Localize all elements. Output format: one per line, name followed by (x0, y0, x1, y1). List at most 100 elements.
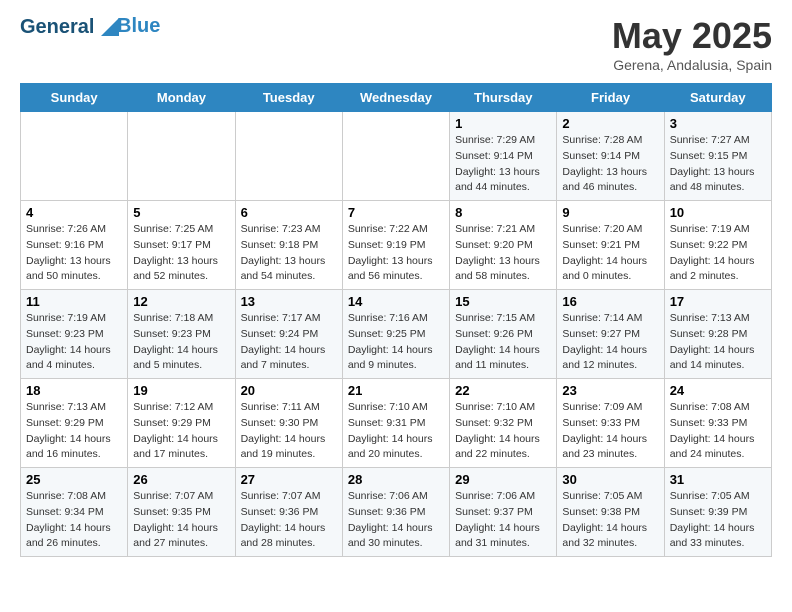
info-line: Sunset: 9:29 PM (26, 416, 122, 432)
info-line: Daylight: 14 hours (241, 521, 337, 537)
day-number: 25 (26, 472, 122, 487)
info-line: and 26 minutes. (26, 536, 122, 552)
info-line: and 23 minutes. (562, 447, 658, 463)
info-line: Daylight: 14 hours (562, 254, 658, 270)
calendar-cell (342, 112, 449, 201)
header-row: Sunday Monday Tuesday Wednesday Thursday… (21, 84, 772, 112)
day-number: 23 (562, 383, 658, 398)
info-line: and 11 minutes. (455, 358, 551, 374)
info-line: Daylight: 14 hours (348, 343, 444, 359)
info-line: Sunrise: 7:26 AM (26, 222, 122, 238)
info-line: Sunset: 9:38 PM (562, 505, 658, 521)
info-line: Sunrise: 7:08 AM (26, 489, 122, 505)
day-info: Sunrise: 7:08 AMSunset: 9:33 PMDaylight:… (670, 400, 766, 463)
day-number: 28 (348, 472, 444, 487)
info-line: and 12 minutes. (562, 358, 658, 374)
day-number: 7 (348, 205, 444, 220)
info-line: and 0 minutes. (562, 269, 658, 285)
col-sunday: Sunday (21, 84, 128, 112)
calendar-cell: 30Sunrise: 7:05 AMSunset: 9:38 PMDayligh… (557, 468, 664, 557)
info-line: Sunrise: 7:09 AM (562, 400, 658, 416)
info-line: and 56 minutes. (348, 269, 444, 285)
calendar-cell: 29Sunrise: 7:06 AMSunset: 9:37 PMDayligh… (450, 468, 557, 557)
day-info: Sunrise: 7:22 AMSunset: 9:19 PMDaylight:… (348, 222, 444, 285)
info-line: Daylight: 13 hours (348, 254, 444, 270)
info-line: Daylight: 14 hours (26, 343, 122, 359)
info-line: Sunset: 9:37 PM (455, 505, 551, 521)
day-number: 11 (26, 294, 122, 309)
calendar-cell (21, 112, 128, 201)
info-line: Sunrise: 7:13 AM (26, 400, 122, 416)
day-number: 27 (241, 472, 337, 487)
info-line: Daylight: 14 hours (670, 432, 766, 448)
calendar-cell: 31Sunrise: 7:05 AMSunset: 9:39 PMDayligh… (664, 468, 771, 557)
info-line: Daylight: 13 hours (670, 165, 766, 181)
info-line: Sunrise: 7:07 AM (133, 489, 229, 505)
info-line: and 9 minutes. (348, 358, 444, 374)
day-info: Sunrise: 7:16 AMSunset: 9:25 PMDaylight:… (348, 311, 444, 374)
day-info: Sunrise: 7:17 AMSunset: 9:24 PMDaylight:… (241, 311, 337, 374)
header: General Blue May 2025 Gerena, Andalusia,… (20, 15, 772, 73)
info-line: Daylight: 13 hours (562, 165, 658, 181)
info-line: and 50 minutes. (26, 269, 122, 285)
logo: General Blue (20, 15, 160, 38)
info-line: Sunset: 9:14 PM (562, 149, 658, 165)
calendar-cell: 8Sunrise: 7:21 AMSunset: 9:20 PMDaylight… (450, 201, 557, 290)
logo-blue: Blue (117, 15, 160, 38)
calendar-week-0: 1Sunrise: 7:29 AMSunset: 9:14 PMDaylight… (21, 112, 772, 201)
day-info: Sunrise: 7:08 AMSunset: 9:34 PMDaylight:… (26, 489, 122, 552)
info-line: Sunrise: 7:25 AM (133, 222, 229, 238)
day-info: Sunrise: 7:25 AMSunset: 9:17 PMDaylight:… (133, 222, 229, 285)
info-line: Sunset: 9:26 PM (455, 327, 551, 343)
calendar-cell: 9Sunrise: 7:20 AMSunset: 9:21 PMDaylight… (557, 201, 664, 290)
calendar-week-1: 4Sunrise: 7:26 AMSunset: 9:16 PMDaylight… (21, 201, 772, 290)
calendar-cell: 14 Sunrise: 7:16 AMSunset: 9:25 PMDayligh… (342, 290, 449, 379)
day-info: Sunrise: 7:13 AMSunset: 9:29 PMDaylight:… (26, 400, 122, 463)
calendar-cell: 5Sunrise: 7:25 AMSunset: 9:17 PMDaylight… (128, 201, 235, 290)
logo-general: General (20, 16, 94, 38)
day-info: Sunrise: 7:27 AMSunset: 9:15 PMDaylight:… (670, 133, 766, 196)
info-line: Sunset: 9:18 PM (241, 238, 337, 254)
info-line: Sunrise: 7:10 AM (348, 400, 444, 416)
info-line: Sunrise: 7:19 AM (670, 222, 766, 238)
calendar-week-3: 18Sunrise: 7:13 AMSunset: 9:29 PMDayligh… (21, 379, 772, 468)
info-line: Sunrise: 7:17 AM (241, 311, 337, 327)
info-line: and 52 minutes. (133, 269, 229, 285)
day-number: 14 (348, 294, 444, 309)
info-line: Sunset: 9:29 PM (133, 416, 229, 432)
day-info: Sunrise: 7:13 AMSunset: 9:28 PMDaylight:… (670, 311, 766, 374)
info-line: Daylight: 14 hours (562, 432, 658, 448)
info-line: Sunrise: 7:15 AM (455, 311, 551, 327)
day-number: 24 (670, 383, 766, 398)
info-line: Daylight: 13 hours (455, 254, 551, 270)
info-line: Sunset: 9:25 PM (348, 327, 444, 343)
info-line: Sunset: 9:34 PM (26, 505, 122, 521)
calendar-cell: 18 Sunrise: 7:13 AMSunset: 9:29 PMDayligh… (21, 379, 128, 468)
day-number: 26 (133, 472, 229, 487)
info-line: Sunrise: 7:12 AM (133, 400, 229, 416)
calendar-cell (235, 112, 342, 201)
day-info: Sunrise: 7:29 AMSunset: 9:14 PMDaylight:… (455, 133, 551, 196)
day-info: Sunrise: 7:14 AMSunset: 9:27 PMDaylight:… (562, 311, 658, 374)
day-number: 18 (26, 383, 122, 398)
info-line: Sunset: 9:20 PM (455, 238, 551, 254)
info-line: Sunrise: 7:10 AM (455, 400, 551, 416)
calendar-cell: 24 Sunrise: 7:08 AMSunset: 9:33 PMDayligh… (664, 379, 771, 468)
info-line: Daylight: 14 hours (348, 521, 444, 537)
info-line: and 19 minutes. (241, 447, 337, 463)
day-info: Sunrise: 7:10 AMSunset: 9:31 PMDaylight:… (348, 400, 444, 463)
info-line: Daylight: 14 hours (455, 343, 551, 359)
info-line: and 32 minutes. (562, 536, 658, 552)
calendar-cell: 7 Sunrise: 7:22 AMSunset: 9:19 PMDaylight… (342, 201, 449, 290)
calendar-cell: 1Sunrise: 7:29 AMSunset: 9:14 PMDaylight… (450, 112, 557, 201)
info-line: and 20 minutes. (348, 447, 444, 463)
info-line: Sunset: 9:35 PM (133, 505, 229, 521)
info-line: Sunset: 9:21 PM (562, 238, 658, 254)
location: Gerena, Andalusia, Spain (612, 57, 772, 73)
info-line: and 17 minutes. (133, 447, 229, 463)
day-number: 20 (241, 383, 337, 398)
info-line: and 28 minutes. (241, 536, 337, 552)
calendar-cell: 11Sunrise: 7:19 AMSunset: 9:23 PMDayligh… (21, 290, 128, 379)
info-line: Sunrise: 7:29 AM (455, 133, 551, 149)
day-info: Sunrise: 7:18 AMSunset: 9:23 PMDaylight:… (133, 311, 229, 374)
